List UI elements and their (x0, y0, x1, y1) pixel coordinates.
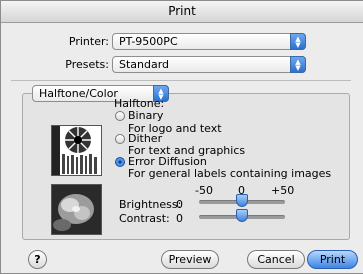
presets-label: Presets: (65, 58, 109, 71)
option-description: For general labels containing images (128, 167, 332, 180)
popup-arrows-icon: ▲ ▼ (290, 33, 306, 50)
scale-max-label: +50 (271, 184, 295, 197)
option-label: Binary (128, 109, 164, 122)
cancel-button[interactable]: Cancel (247, 250, 305, 269)
scale-min-label: -50 (195, 184, 213, 197)
brightness-label: Brightness: (119, 198, 182, 211)
help-button[interactable]: ? (28, 250, 47, 269)
radio-icon[interactable] (115, 134, 125, 144)
radio-binary[interactable]: Binary (115, 109, 345, 123)
print-dialog: Print Printer: PT-9500PC ▲ ▼ Presets: Sta… (0, 0, 363, 274)
title-bar: Print (1, 1, 363, 23)
brightness-slider-knob[interactable] (236, 194, 248, 207)
presets-value: Standard (119, 58, 170, 71)
photo-preview-image (51, 184, 102, 235)
print-button[interactable]: Print (307, 250, 358, 269)
brightness-value: 0 (176, 198, 183, 211)
radio-selected-icon[interactable] (115, 157, 125, 167)
printer-value: PT-9500PC (119, 35, 178, 48)
window-title: Print (168, 4, 196, 18)
panel-value: Halftone/Color (39, 87, 118, 100)
separator (11, 80, 351, 81)
preview-button[interactable]: Preview (161, 250, 219, 269)
contrast-label: Contrast: (119, 212, 170, 225)
printer-popup[interactable]: PT-9500PC ▲ ▼ (112, 33, 306, 50)
contrast-slider-knob[interactable] (236, 209, 248, 222)
radio-icon[interactable] (115, 111, 125, 121)
contrast-value: 0 (176, 212, 183, 225)
halftone-preview-image (51, 125, 102, 176)
printer-label: Printer: (68, 35, 109, 48)
popup-arrows-icon: ▲ ▼ (290, 56, 306, 73)
presets-popup[interactable]: Standard ▲ ▼ (112, 56, 306, 73)
